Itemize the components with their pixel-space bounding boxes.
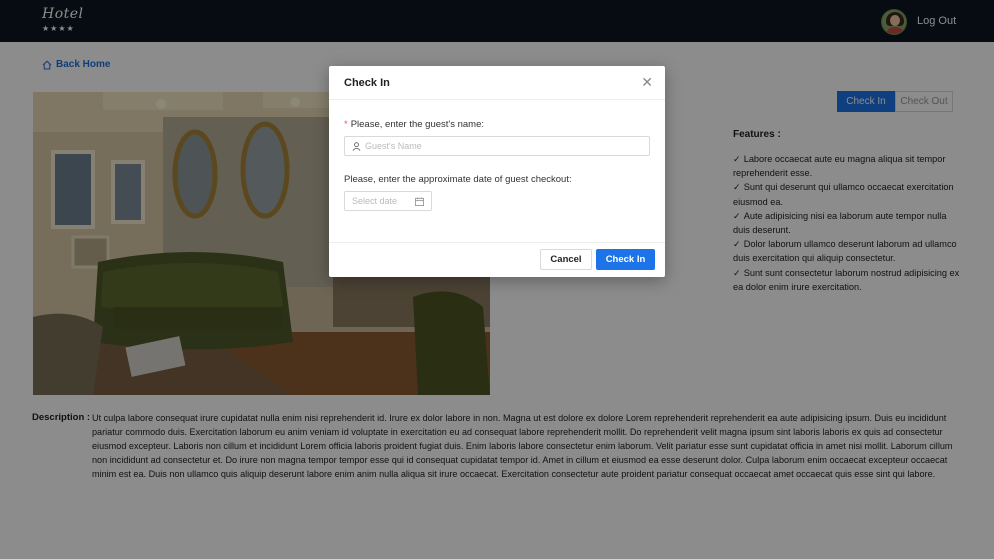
calendar-icon [415,196,424,206]
guest-name-input[interactable] [365,141,625,151]
guest-name-label: * Please, enter the guest's name: [344,119,485,130]
guest-name-field[interactable] [344,136,650,156]
dialog-title: Check In [344,77,390,89]
dialog-header: Check In ✕ [329,66,665,100]
checkout-date-label: Please, enter the approximate date of gu… [344,174,572,185]
check-in-submit-button[interactable]: Check In [596,249,655,270]
check-in-dialog: Check In ✕ * Please, enter the guest's na… [329,66,665,277]
user-icon [352,141,361,151]
cancel-button[interactable]: Cancel [540,249,592,270]
checkout-date-picker[interactable]: Select date [344,191,432,211]
date-placeholder: Select date [352,196,398,206]
required-mark: * [344,119,348,130]
close-icon[interactable]: ✕ [641,75,653,89]
